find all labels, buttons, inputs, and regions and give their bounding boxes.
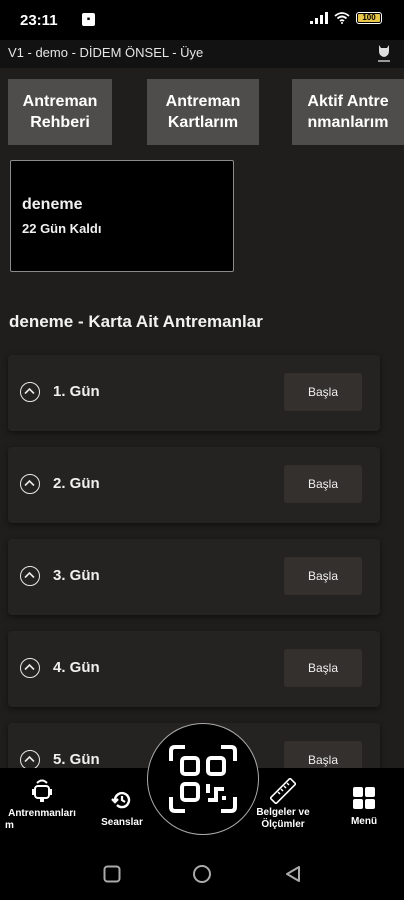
workout-card[interactable]: deneme 22 Gün Kaldı — [10, 160, 234, 272]
day-row[interactable]: 3. Gün Başla — [8, 539, 380, 615]
day-label: 3. Gün — [53, 567, 100, 584]
status-time: 23:11 — [20, 12, 58, 29]
day-label: 4. Gün — [53, 659, 100, 676]
home-icon[interactable] — [192, 864, 212, 884]
status-bar: 23:11 ▪ 100 — [0, 0, 404, 40]
page-title: V1 - demo - DİDEM ÖNSEL - Üye — [8, 45, 204, 60]
nav-sessions[interactable]: Seanslar — [90, 788, 154, 829]
battery-icon: 100 — [356, 12, 382, 24]
battery-level: 100 — [362, 13, 376, 22]
day-row[interactable]: 4. Gün Başla — [8, 631, 380, 707]
status-indicators: 100 — [310, 12, 382, 24]
kettlebell-icon — [32, 779, 52, 802]
tab-label-line2: Kartlarım — [167, 114, 239, 131]
tab-label-line1: Antreman — [165, 93, 241, 110]
nav-sessions-label: Seanslar — [101, 817, 143, 828]
tab-workout-cards[interactable]: Antreman Kartlarım — [147, 79, 259, 145]
nav-workouts[interactable]: Antrenmanları m — [2, 778, 82, 832]
system-nav-bar — [0, 848, 404, 900]
nav-workouts-label-line2: m — [5, 820, 14, 831]
qr-scan-button[interactable] — [147, 723, 259, 835]
day-label: 2. Gün — [53, 475, 100, 492]
tab-active-workouts[interactable]: Aktif Antre nmanlarım — [292, 79, 404, 145]
nav-workouts-label-line1: Antrenmanları — [8, 808, 76, 819]
tab-label-line2: Rehberi — [30, 114, 90, 131]
qr-scan-icon — [169, 745, 237, 813]
day-row[interactable]: 2. Gün Başla — [8, 447, 380, 523]
history-icon — [111, 791, 131, 809]
tab-label-line2: nmanlarım — [307, 114, 389, 131]
nav-documents-label-line2: Ölçümler — [261, 819, 305, 830]
nav-documents[interactable]: Belgeler ve Ölçümler — [250, 778, 316, 831]
tab-label-line1: Antreman — [22, 93, 98, 110]
section-title: deneme - Karta Ait Antremanlar — [9, 312, 263, 331]
chevron-up-icon[interactable] — [20, 566, 40, 586]
tab-workout-guide[interactable]: Antreman Rehberi — [8, 79, 112, 145]
ruler-icon — [270, 778, 296, 804]
tab-label-line1: Aktif Antre — [307, 93, 389, 110]
app-header: V1 - demo - DİDEM ÖNSEL - Üye — [0, 40, 404, 68]
grid-icon — [353, 787, 375, 809]
notification-icon: ▪ — [82, 13, 95, 26]
chevron-up-icon[interactable] — [20, 382, 40, 402]
chevron-up-icon[interactable] — [20, 474, 40, 494]
chevron-up-icon[interactable] — [20, 750, 40, 770]
signal-icon — [310, 12, 328, 24]
recent-apps-icon[interactable] — [103, 865, 121, 883]
nav-documents-label-line1: Belgeler ve — [256, 807, 310, 818]
wifi-icon — [334, 12, 350, 24]
day-label: 1. Gün — [53, 383, 100, 400]
start-button[interactable]: Başla — [284, 465, 362, 503]
back-icon[interactable] — [284, 865, 302, 883]
card-days-left: 22 Gün Kaldı — [22, 221, 102, 236]
day-label: 5. Gün — [53, 751, 100, 768]
nav-menu[interactable]: Menü — [340, 786, 388, 828]
day-row[interactable]: 1. Gün Başla — [8, 355, 380, 431]
start-button[interactable]: Başla — [284, 649, 362, 687]
chevron-up-icon[interactable] — [20, 658, 40, 678]
card-title: deneme — [22, 196, 83, 213]
brand-logo-icon — [378, 45, 390, 62]
start-button[interactable]: Başla — [284, 557, 362, 595]
nav-menu-label: Menü — [350, 816, 378, 827]
start-button[interactable]: Başla — [284, 373, 362, 411]
